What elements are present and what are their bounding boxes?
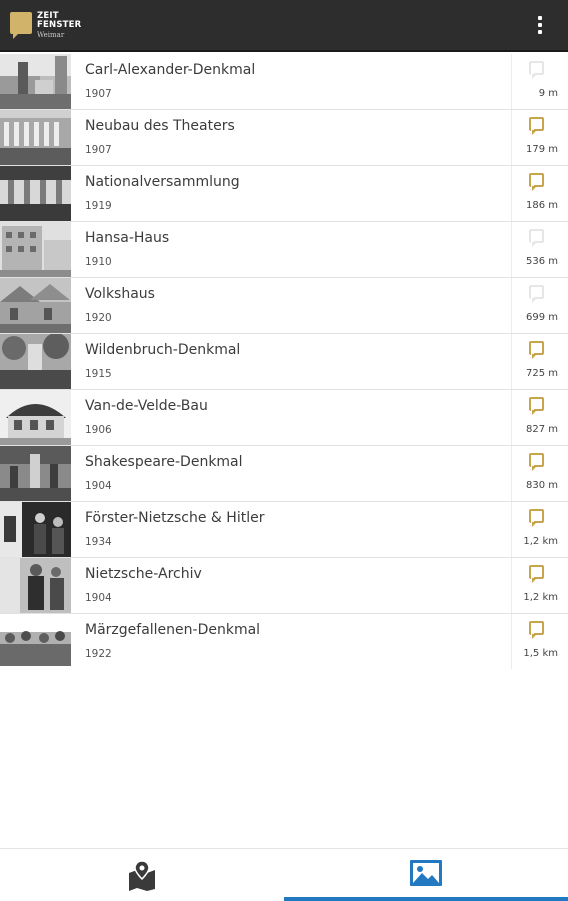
place-thumbnail <box>0 222 71 277</box>
distance-cell: 699 m <box>511 278 568 333</box>
speech-bubble-icon <box>529 173 544 191</box>
place-title: Wildenbruch-Denkmal <box>85 342 241 358</box>
place-distance: 186 m <box>525 200 558 211</box>
speech-bubble-icon <box>529 117 544 135</box>
place-title: Neubau des Theaters <box>85 118 235 134</box>
map-pin-icon <box>127 859 157 895</box>
distance-cell: 830 m <box>511 446 568 501</box>
place-title: Shakespeare-Denkmal <box>85 454 243 470</box>
distance-cell: 179 m <box>511 110 568 165</box>
place-title: Hansa-Haus <box>85 230 170 246</box>
place-year: 1919 <box>85 200 112 212</box>
distance-cell: 9 m <box>511 54 568 109</box>
place-thumbnail <box>0 446 71 501</box>
place-thumbnail <box>0 54 71 109</box>
place-year: 1907 <box>85 144 112 156</box>
selected-tab-indicator <box>284 897 568 901</box>
distance-cell: 536 m <box>511 222 568 277</box>
app-bar: ZEIT FENSTER Weimar <box>0 0 568 52</box>
list-item[interactable]: Shakespeare-Denkmal 1904 830 m <box>0 446 568 502</box>
list-item[interactable]: Märzgefallenen-Denkmal 1922 1,5 km <box>0 614 568 669</box>
place-thumbnail <box>0 390 71 445</box>
distance-cell: 1,5 km <box>511 614 568 669</box>
distance-cell: 827 m <box>511 390 568 445</box>
place-year: 1922 <box>85 648 112 660</box>
tab-map[interactable] <box>0 849 284 901</box>
list-item[interactable]: Wildenbruch-Denkmal 1915 725 m <box>0 334 568 390</box>
list-item[interactable]: Nationalversammlung 1919 186 m <box>0 166 568 222</box>
speech-bubble-icon <box>529 341 544 359</box>
overflow-menu-icon[interactable] <box>534 14 546 40</box>
place-title: Van-de-Velde-Bau <box>85 398 208 414</box>
place-year: 1906 <box>85 424 112 436</box>
place-title: Carl-Alexander-Denkmal <box>85 62 256 78</box>
place-distance: 830 m <box>525 480 558 491</box>
place-title: Volkshaus <box>85 286 155 302</box>
speech-bubble-icon <box>529 397 544 415</box>
speech-bubble-icon <box>529 453 544 471</box>
image-gallery-icon <box>409 859 443 891</box>
place-thumbnail <box>0 110 71 165</box>
place-title: Förster-Nietzsche & Hitler <box>85 510 265 526</box>
list-item[interactable]: Nietzsche-Archiv 1904 1,2 km <box>0 558 568 614</box>
place-thumbnail <box>0 558 71 613</box>
list-item[interactable]: Van-de-Velde-Bau 1906 827 m <box>0 390 568 446</box>
place-title: Märzgefallenen-Denkmal <box>85 622 261 638</box>
place-title: Nietzsche-Archiv <box>85 566 202 582</box>
place-distance: 1,2 km <box>523 592 558 603</box>
distance-cell: 725 m <box>511 334 568 389</box>
place-distance: 1,2 km <box>523 536 558 547</box>
list-item[interactable]: Hansa-Haus 1910 536 m <box>0 222 568 278</box>
logo-text: ZEIT FENSTER Weimar <box>37 12 81 40</box>
app-logo: ZEIT FENSTER Weimar <box>10 10 90 42</box>
place-thumbnail <box>0 166 71 221</box>
logo-line-2: FENSTER <box>37 20 82 30</box>
place-distance: 179 m <box>525 144 558 155</box>
distance-cell: 186 m <box>511 166 568 221</box>
bottom-tab-bar <box>0 848 568 901</box>
place-title: Nationalversammlung <box>85 174 240 190</box>
place-year: 1904 <box>85 480 112 492</box>
speech-bubble-icon <box>529 509 544 527</box>
list-item[interactable]: Förster-Nietzsche & Hitler 1934 1,2 km <box>0 502 568 558</box>
place-distance: 1,5 km <box>523 648 558 659</box>
list-item[interactable]: Volkshaus 1920 699 m <box>0 278 568 334</box>
place-year: 1915 <box>85 368 112 380</box>
distance-cell: 1,2 km <box>511 502 568 557</box>
logo-speech-bubble-icon <box>10 12 32 39</box>
place-thumbnail <box>0 502 71 557</box>
list-item[interactable]: Neubau des Theaters 1907 179 m <box>0 110 568 166</box>
speech-bubble-icon <box>529 61 544 79</box>
place-thumbnail <box>0 278 71 333</box>
list-item[interactable]: Carl-Alexander-Denkmal 1907 9 m <box>0 54 568 110</box>
place-thumbnail <box>0 334 71 389</box>
place-year: 1920 <box>85 312 112 324</box>
place-distance: 536 m <box>525 256 558 267</box>
place-thumbnail <box>0 614 71 669</box>
place-distance: 827 m <box>525 424 558 435</box>
place-year: 1907 <box>85 88 112 100</box>
place-year: 1910 <box>85 256 112 268</box>
place-year: 1904 <box>85 592 112 604</box>
speech-bubble-icon <box>529 621 544 639</box>
speech-bubble-icon <box>529 285 544 303</box>
logo-line-3: Weimar <box>37 31 65 39</box>
place-distance: 699 m <box>525 312 558 323</box>
speech-bubble-icon <box>529 565 544 583</box>
speech-bubble-icon <box>529 229 544 247</box>
place-distance: 9 m <box>538 88 558 99</box>
distance-cell: 1,2 km <box>511 558 568 613</box>
place-distance: 725 m <box>525 368 558 379</box>
place-year: 1934 <box>85 536 112 548</box>
tab-photos[interactable] <box>284 849 568 901</box>
places-list: Carl-Alexander-Denkmal 1907 9 m Neubau d… <box>0 54 568 669</box>
